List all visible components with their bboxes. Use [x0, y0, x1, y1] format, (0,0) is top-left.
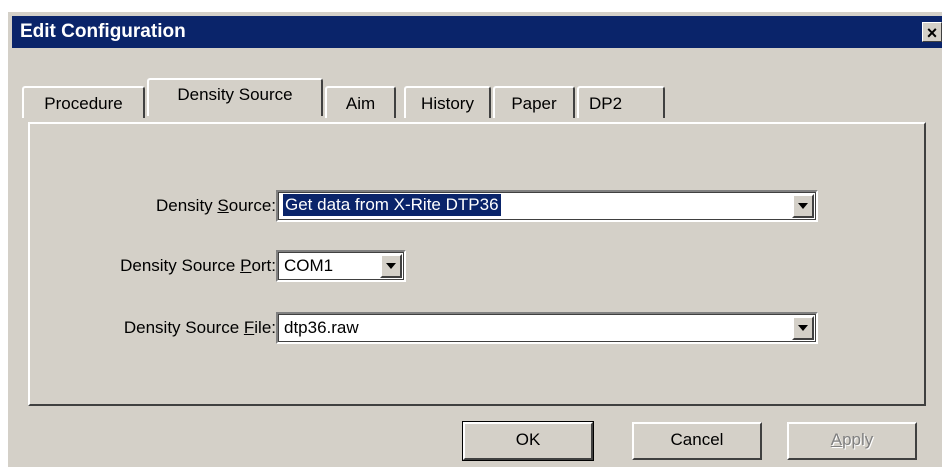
density-source-value: Get data from X-Rite DTP36 — [283, 194, 501, 216]
density-source-label: Density Source: — [155, 196, 276, 215]
tab-label: Aim — [345, 94, 376, 113]
tab-history[interactable]: History — [404, 86, 491, 118]
tab-procedure[interactable]: Procedure — [22, 86, 145, 118]
tab-panel-density-source: Density Source: Get data from X-Rite DTP… — [28, 122, 926, 406]
apply-label-key: A — [830, 430, 843, 449]
window-title: Edit Configuration — [20, 21, 186, 42]
density-source-file-label: Density Source File: — [123, 318, 276, 337]
density-source-select[interactable]: Get data from X-Rite DTP36 — [276, 190, 818, 222]
edit-configuration-dialog: Edit Configuration × Procedure Density S… — [6, 10, 942, 467]
density-source-file-select[interactable]: dtp36.raw — [276, 312, 818, 344]
title-bar[interactable]: Edit Configuration × — [12, 16, 942, 48]
tab-label: DP2 — [589, 94, 623, 113]
ok-button[interactable]: OK — [462, 421, 594, 461]
apply-label-rest: pply — [842, 430, 874, 449]
tab-label: Density Source — [177, 85, 293, 104]
tab-dp2[interactable]: DP2 — [577, 86, 665, 118]
close-icon: × — [926, 23, 938, 43]
tab-label: Paper — [511, 94, 557, 113]
tab-label: Procedure — [44, 94, 123, 113]
tab-density-source[interactable]: Density Source — [147, 78, 323, 116]
cancel-label: Cancel — [670, 430, 724, 449]
chevron-down-icon — [798, 203, 808, 209]
density-source-port-dropdown-button[interactable] — [380, 254, 402, 278]
density-source-port-label: Density Source Port: — [120, 256, 276, 275]
apply-button[interactable]: Apply — [787, 422, 917, 460]
tab-aim[interactable]: Aim — [325, 86, 396, 118]
close-button[interactable]: × — [922, 22, 942, 43]
ok-label: OK — [515, 430, 541, 449]
tab-paper[interactable]: Paper — [493, 86, 575, 118]
density-source-file-dropdown-button[interactable] — [792, 316, 814, 340]
density-source-port-select[interactable]: COM1 — [276, 250, 406, 282]
density-source-file-value: dtp36.raw — [284, 318, 359, 337]
cancel-button[interactable]: Cancel — [632, 422, 762, 460]
density-source-dropdown-button[interactable] — [792, 194, 814, 218]
chevron-down-icon — [798, 325, 808, 331]
chevron-down-icon — [386, 263, 396, 269]
tab-label: History — [421, 94, 474, 113]
density-source-port-value: COM1 — [284, 256, 334, 275]
